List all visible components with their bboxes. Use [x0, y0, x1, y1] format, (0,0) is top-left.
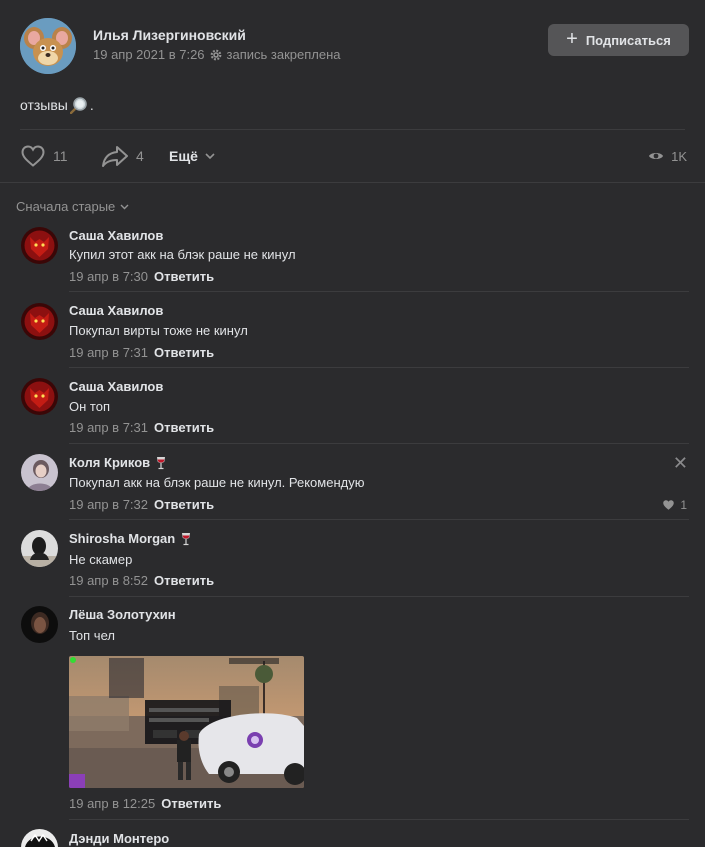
comment-text: Не скамер — [69, 552, 133, 567]
comment-date[interactable]: 19 апр в 7:32 — [69, 497, 148, 512]
views-count: 1K — [671, 148, 687, 164]
divider — [69, 819, 689, 820]
reply-button[interactable]: Ответить — [154, 420, 214, 435]
wine-glass-emoji-icon — [182, 532, 191, 545]
reply-button[interactable]: Ответить — [154, 345, 214, 360]
divider — [69, 596, 689, 597]
plus-icon: + — [566, 28, 578, 50]
eye-icon — [649, 153, 664, 159]
likes-count: 11 — [53, 148, 68, 164]
divider — [0, 182, 705, 183]
commenter-name[interactable]: Саша Хавилов — [69, 379, 163, 394]
divider — [69, 443, 689, 444]
comment-text: Купил этот акк на блэк раше не кинул — [69, 247, 296, 262]
commenter-avatar[interactable] — [21, 303, 58, 340]
heart-icon — [21, 145, 45, 167]
more-button[interactable]: Ещё — [169, 138, 215, 174]
commenter-avatar[interactable] — [21, 530, 58, 567]
comment-meta: 19 апр в 8:52 Ответить — [69, 573, 214, 588]
views-counter: 1K — [648, 138, 687, 174]
post-actions: 11 4 Ещё 1K — [0, 138, 705, 174]
commenter-avatar[interactable] — [21, 606, 58, 643]
more-label: Ещё — [169, 148, 198, 164]
post-author-name[interactable]: Илья Лизергиновский — [93, 27, 246, 43]
comment-date[interactable]: 19 апр в 8:52 — [69, 573, 148, 588]
chevron-down-icon — [205, 152, 215, 159]
sort-label: Сначала старые — [16, 199, 116, 214]
post-header: Илья Лизергиновский 19 апр 2021 в 7:26 з… — [0, 0, 705, 90]
red-wolf-avatar-icon — [21, 378, 58, 415]
user-photo-avatar-icon — [21, 606, 58, 643]
shares-count: 4 — [136, 148, 144, 164]
divider — [20, 129, 685, 130]
post-text-body: отзывы — [20, 97, 68, 113]
user-photo-avatar-icon — [21, 530, 58, 567]
comment-date[interactable]: 19 апр в 12:25 — [69, 796, 155, 811]
reply-button[interactable]: Ответить — [161, 796, 221, 811]
user-photo-avatar-icon — [21, 829, 58, 847]
reply-button[interactable]: Ответить — [154, 497, 214, 512]
commenter-name[interactable]: Лёша Золотухин — [69, 607, 176, 622]
post-text-suffix: . — [89, 97, 94, 113]
subscribe-button[interactable]: + Подписаться — [548, 24, 689, 56]
wine-glass-emoji-icon — [157, 456, 166, 469]
commenter-name[interactable]: Саша Хавилов — [69, 303, 163, 318]
reply-button[interactable]: Ответить — [154, 269, 214, 284]
author-avatar[interactable] — [20, 18, 76, 74]
comment-like-button[interactable]: 1 — [662, 498, 687, 512]
comment-text: Покупал вирты тоже не кинул — [69, 323, 248, 338]
divider — [69, 519, 689, 520]
comment-meta: 19 апр в 12:25 Ответить — [69, 796, 221, 811]
comment-meta: 19 апр в 7:32 Ответить — [69, 497, 214, 512]
comment-date[interactable]: 19 апр в 7:30 — [69, 269, 148, 284]
share-button[interactable]: 4 — [101, 138, 144, 174]
commenter-avatar[interactable] — [21, 454, 58, 491]
chevron-down-icon — [120, 204, 129, 209]
commenter-name[interactable]: Дэнди Монтеро — [69, 831, 169, 846]
post-meta: 19 апр 2021 в 7:26 запись закреплена — [93, 47, 341, 62]
share-arrow-icon — [102, 146, 128, 167]
divider — [69, 367, 689, 368]
comment-image-attachment[interactable] — [69, 656, 304, 788]
commenter-avatar[interactable] — [21, 378, 58, 415]
user-photo-avatar-icon — [21, 454, 58, 491]
post-date[interactable]: 19 апр 2021 в 7:26 — [93, 47, 205, 62]
commenter-name[interactable]: Саша Хавилов — [69, 228, 163, 243]
heart-icon — [663, 500, 675, 510]
close-icon[interactable]: ✕ — [673, 454, 688, 472]
game-screenshot-image — [69, 656, 304, 788]
red-wolf-avatar-icon — [21, 303, 58, 340]
commenter-avatar[interactable] — [21, 829, 58, 847]
comment-meta: 19 апр в 7:31 Ответить — [69, 420, 214, 435]
comment-meta: 19 апр в 7:30 Ответить — [69, 269, 214, 284]
post-text: отзывы . — [20, 96, 94, 114]
red-wolf-avatar-icon — [21, 227, 58, 264]
subscribe-label: Подписаться — [585, 32, 671, 48]
reply-button[interactable]: Ответить — [154, 573, 214, 588]
commenter-name[interactable]: Коля Криков — [69, 455, 166, 470]
magnifier-emoji-icon — [69, 97, 87, 114]
comment-meta: 19 апр в 7:31 Ответить — [69, 345, 214, 360]
jerry-avatar-icon — [20, 18, 76, 74]
commenter-name[interactable]: Shirosha Morgan — [69, 531, 191, 546]
comment-date[interactable]: 19 апр в 7:31 — [69, 420, 148, 435]
gear-icon — [210, 49, 221, 60]
comments-sort-dropdown[interactable]: Сначала старые — [16, 199, 129, 214]
comment-text: Он топ — [69, 399, 110, 414]
comment-text: Покупал акк на блэк раше не кинул. Реком… — [69, 475, 365, 490]
pinned-label: запись закреплена — [226, 47, 341, 62]
divider — [69, 291, 689, 292]
like-button[interactable]: 11 — [20, 138, 68, 174]
comment-text: Топ чел — [69, 628, 115, 643]
commenter-avatar[interactable] — [21, 227, 58, 264]
comment-likes-count: 1 — [680, 498, 687, 512]
comment-date[interactable]: 19 апр в 7:31 — [69, 345, 148, 360]
